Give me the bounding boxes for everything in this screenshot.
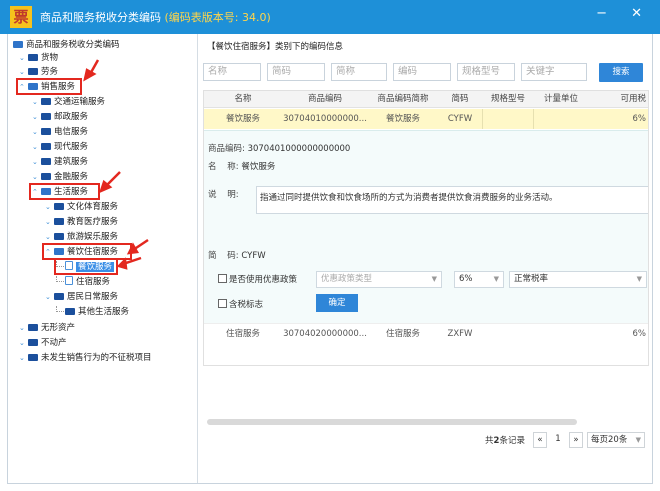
chevron-down-icon: ▼ <box>635 436 641 444</box>
horizontal-scrollbar[interactable] <box>207 419 577 425</box>
tax-included-label: 含税标志 <box>229 300 264 310</box>
table-cell: ZXFW <box>447 329 473 339</box>
chevron-down-icon: ▼ <box>636 275 642 283</box>
window-titlebar: 票 商品和服务税收分类编码 (编码表版本号: 34.0) − ✕ <box>0 0 660 34</box>
table-cell <box>534 324 588 344</box>
detail-desc-label: 说 明: <box>208 190 239 200</box>
table-cell: 餐饮服务 <box>225 114 260 124</box>
current-page[interactable]: 1 <box>551 432 565 448</box>
search-abbr-input[interactable]: 简称 <box>331 63 387 81</box>
tax-rate-select[interactable]: 6% ▼ <box>454 271 504 288</box>
table-cell: 6% <box>632 114 647 124</box>
column-header[interactable]: 商品编码 <box>282 91 368 108</box>
search-button[interactable]: 搜索 <box>599 63 643 82</box>
column-header[interactable]: 简码 <box>438 91 482 108</box>
main-frame: 商品和服务税收分类编码 ⌄ 货物 ⌄ 劳务 ⌃ 销售服务 ⌄ 交通运输服务 ⌄ 邮政服务 … <box>7 34 653 484</box>
detail-short-label: 简 码: <box>208 251 239 261</box>
app-logo-icon: 票 <box>10 6 32 28</box>
search-code-input[interactable]: 编码 <box>393 63 451 81</box>
table-cell: CYFW <box>447 114 473 124</box>
policy-type-select[interactable]: 优惠政策类型 ▼ <box>316 271 442 288</box>
table-cell: 餐饮服务 <box>385 114 420 124</box>
version-label: (编码表版本号: 34.0) <box>164 11 271 24</box>
prev-page-button[interactable]: « <box>533 432 547 448</box>
confirm-button[interactable]: 确定 <box>316 294 358 312</box>
code-detail-panel: 商品编码: 3070401000000000000 名 称: 餐饮服务 说 明:… <box>204 130 648 340</box>
policy-type-placeholder: 优惠政策类型 <box>321 274 373 284</box>
detail-code: 商品编码: 3070401000000000000 <box>208 142 350 154</box>
table-header: 名称 商品编码 商品编码简称 简码 规格型号 计量单位 可用税 <box>204 91 648 108</box>
tax-rate-type-select[interactable]: 正常税率 ▼ <box>509 271 647 288</box>
table-cell <box>534 109 588 129</box>
table-row[interactable]: 餐饮服务 30704010000000... 餐饮服务 CYFW 6% <box>204 109 648 129</box>
detail-name-label: 名 称: <box>208 162 239 172</box>
chevron-down-icon: ▼ <box>493 275 499 283</box>
window-controls[interactable]: − ✕ <box>596 6 652 21</box>
expand-icon[interactable]: ⌄ <box>19 336 28 350</box>
detail-name: 名 称: 餐饮服务 <box>208 160 275 172</box>
tree-item-non-taxable[interactable]: ⌄ 未发生销售行为的不征税项目 <box>19 351 152 365</box>
table-row[interactable]: 住宿服务 30704020000000... 住宿服务 ZXFW 6% <box>204 323 648 344</box>
next-page-button[interactable]: » <box>569 432 583 448</box>
arrow-head-icon <box>116 257 128 270</box>
expand-icon[interactable]: ⌄ <box>19 351 28 365</box>
tax-included-checkbox[interactable] <box>218 299 227 308</box>
folder-icon <box>28 354 38 361</box>
search-shortcode-input[interactable]: 简码 <box>267 63 325 81</box>
search-keyword-input[interactable]: 关键字 <box>521 63 587 81</box>
folder-icon <box>28 339 38 346</box>
code-panel: 【餐饮住宿服务】类别下的编码信息 名称 简码 简称 编码 规格型号 关键字 搜索… <box>203 34 649 483</box>
column-header[interactable]: 规格型号 <box>482 91 534 108</box>
column-header[interactable]: 可用税 <box>588 91 648 108</box>
table-cell: 30704020000000... <box>283 329 367 339</box>
detail-short-value: CYFW <box>241 251 266 261</box>
code-table: 名称 商品编码 商品编码简称 简码 规格型号 计量单位 可用税 餐饮服务 307… <box>203 90 649 366</box>
record-count: 共2条记录 <box>485 434 525 446</box>
search-spec-input[interactable]: 规格型号 <box>457 63 515 81</box>
table-cell: 住宿服务 <box>225 329 260 339</box>
chevron-down-icon: ▼ <box>431 275 437 283</box>
page-size-value: 每页20条 <box>591 435 628 445</box>
annotation-arrows <box>83 59 149 270</box>
record-count-suffix: 条记录 <box>499 436 525 446</box>
table-cell <box>482 109 534 129</box>
search-name-input[interactable]: 名称 <box>203 63 261 81</box>
column-header[interactable]: 计量单位 <box>534 91 588 108</box>
tax-included-checkbox-wrap[interactable]: 含税标志 <box>218 298 263 310</box>
detail-short: 简 码: CYFW <box>208 249 266 261</box>
panel-heading: 【餐饮住宿服务】类别下的编码信息 <box>207 42 344 52</box>
tax-rate-value: 6% <box>459 274 473 284</box>
preferential-checkbox[interactable] <box>218 274 227 283</box>
page-size-select[interactable]: 每页20条 ▼ <box>587 432 645 448</box>
window-title-text: 商品和服务税收分类编码 <box>40 11 161 24</box>
detail-code-value: 3070401000000000000 <box>247 144 351 154</box>
window-title: 商品和服务税收分类编码 (编码表版本号: 34.0) <box>40 9 271 25</box>
preferential-label: 是否使用优惠政策 <box>229 275 298 285</box>
detail-desc-label-wrap: 说 明: <box>208 188 239 200</box>
table-cell <box>482 324 534 344</box>
table-cell: 6% <box>632 329 647 339</box>
detail-code-label: 商品编码: <box>208 144 245 154</box>
detail-name-value: 餐饮服务 <box>241 162 276 172</box>
tree-item-real-estate[interactable]: ⌄ 不动产 <box>19 336 67 350</box>
column-header[interactable]: 商品编码简称 <box>368 91 438 108</box>
column-header[interactable]: 名称 <box>204 91 282 108</box>
record-count-prefix: 共 <box>485 436 494 446</box>
preferential-checkbox-wrap[interactable]: 是否使用优惠政策 <box>218 273 297 285</box>
category-tree: 商品和服务税收分类编码 ⌄ 货物 ⌄ 劳务 ⌃ 销售服务 ⌄ 交通运输服务 ⌄ 邮政服务 … <box>8 34 198 483</box>
arrow-head-icon <box>126 242 140 255</box>
table-cell: 住宿服务 <box>385 329 420 339</box>
table-cell: 30704010000000... <box>283 114 367 124</box>
tax-rate-type-value: 正常税率 <box>514 274 549 284</box>
detail-description: 指通过同时提供饮食和饮食场所的方式为消费者提供饮食消费服务的业务活动。 <box>256 186 648 214</box>
